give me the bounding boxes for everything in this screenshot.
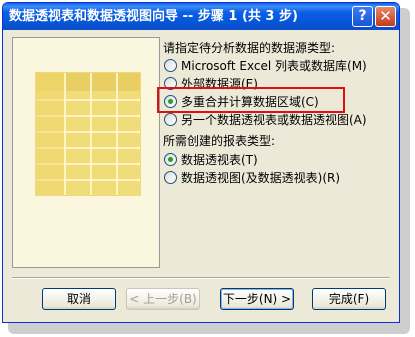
pivot-wizard-dialog: 数据透视表和数据透视图向导 -- 步骤 1 (共 3 步) ? ✕ 请指定待分析… [2,2,400,323]
option-label: Microsoft Excel 列表或数据库(M) [181,58,367,73]
close-button[interactable]: ✕ [375,6,396,27]
option-label: 数据透视图(及数据透视表)(R) [181,170,341,185]
spreadsheet-column-line [64,73,66,195]
spreadsheet-graphic [35,72,141,196]
radio-button-selected[interactable] [164,152,177,166]
report-section-label: 所需创建的报表类型: [163,134,276,148]
radio-button[interactable] [164,58,177,72]
spreadsheet-header-band [36,73,140,91]
radio-button[interactable] [164,170,177,184]
finish-button[interactable]: 完成(F) [312,288,386,310]
radio-button[interactable] [164,112,177,126]
spreadsheet-column-line [90,73,92,195]
option-another-pivot[interactable]: 另一个数据透视表或数据透视图(A) [164,111,367,127]
red-highlight-box [157,87,345,113]
dialog-body: 请指定待分析数据的数据源类型: Microsoft Excel 列表或数据库(M… [6,30,396,319]
option-label: 另一个数据透视表或数据透视图(A) [181,112,367,127]
help-button[interactable]: ? [352,6,373,27]
source-section-label: 请指定待分析数据的数据源类型: [163,41,336,55]
title-bar[interactable]: 数据透视表和数据透视图向导 -- 步骤 1 (共 3 步) ? ✕ [3,3,399,30]
window-title: 数据透视表和数据透视图向导 -- 步骤 1 (共 3 步) [9,9,298,24]
option-pivot-chart[interactable]: 数据透视图(及数据透视表)(R) [164,169,340,185]
wizard-illustration [12,37,160,268]
option-excel-list[interactable]: Microsoft Excel 列表或数据库(M) [164,57,367,73]
button-separator [12,277,390,279]
close-icon: ✕ [379,7,392,25]
spreadsheet-column-line [116,73,118,195]
cancel-button[interactable]: 取消 [42,288,116,310]
next-button[interactable]: 下一步(N) > [220,288,294,310]
option-pivot-table[interactable]: 数据透视表(T) [164,151,258,167]
back-button[interactable]: < 上一步(B) [126,288,200,310]
option-label: 数据透视表(T) [181,152,258,167]
help-icon: ? [358,8,367,24]
